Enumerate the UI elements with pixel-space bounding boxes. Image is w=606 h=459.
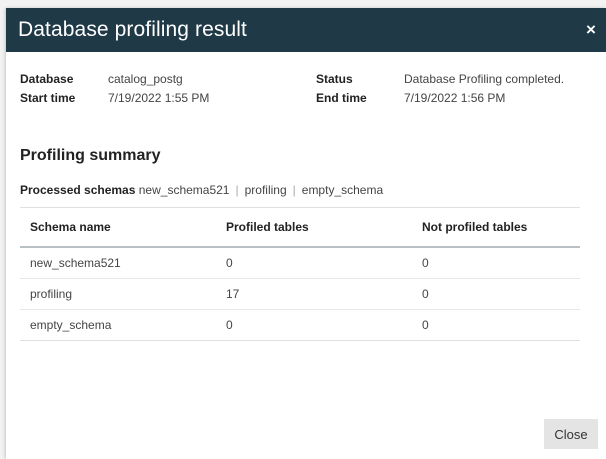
processed-schemas: Processed schemas new_schema521 | profilin… [20,183,383,197]
schema-separator: | [235,183,239,197]
start-time-label: Start time [20,91,76,105]
processed-schema-item: new_schema521 [138,183,230,197]
close-icon[interactable]: × [576,8,606,52]
table-row: empty_schema 0 0 [20,309,580,341]
table-header-row: Schema name Profiled tables Not profiled… [20,208,580,248]
table-row: profiling 17 0 [20,278,580,310]
end-time-label: End time [316,91,367,105]
processed-schema-item: empty_schema [301,183,384,197]
profiled-tables-cell: 17 [216,278,412,310]
close-button[interactable]: Close [544,419,598,449]
table-row: new_schema521 0 0 [20,247,580,279]
schema-name-cell: new_schema521 [20,247,216,279]
not-profiled-tables-cell: 0 [412,309,580,341]
profiled-tables-cell: 0 [216,309,412,341]
schema-separator: | [292,183,296,197]
end-time-value: 7/19/2022 1:56 PM [404,91,506,105]
status-label: Status [316,72,353,86]
summary-table: Schema name Profiled tables Not profiled… [20,208,580,341]
profiling-summary-title: Profiling summary [20,147,161,164]
column-header-profiled-tables: Profiled tables [216,208,412,248]
summary-table-wrap: Schema name Profiled tables Not profiled… [20,207,580,341]
schema-name-cell: profiling [20,278,216,310]
start-time-value: 7/19/2022 1:55 PM [108,91,210,105]
processed-schemas-label: Processed schemas [20,183,136,197]
column-header-schema-name: Schema name [20,208,216,248]
not-profiled-tables-cell: 0 [412,278,580,310]
not-profiled-tables-cell: 0 [412,247,580,279]
database-value: catalog_postg [108,72,183,86]
profiled-tables-cell: 0 [216,247,412,279]
status-value: Database Profiling completed. [404,72,565,86]
schema-name-cell: empty_schema [20,309,216,341]
database-label: Database [20,72,74,86]
profiling-result-dialog: Database profiling result × Database cat… [6,8,606,459]
processed-schema-item: profiling [244,183,287,197]
column-header-not-profiled-tables: Not profiled tables [412,208,580,248]
dialog-title: Database profiling result [18,18,247,41]
dialog-titlebar: Database profiling result × [6,8,606,52]
